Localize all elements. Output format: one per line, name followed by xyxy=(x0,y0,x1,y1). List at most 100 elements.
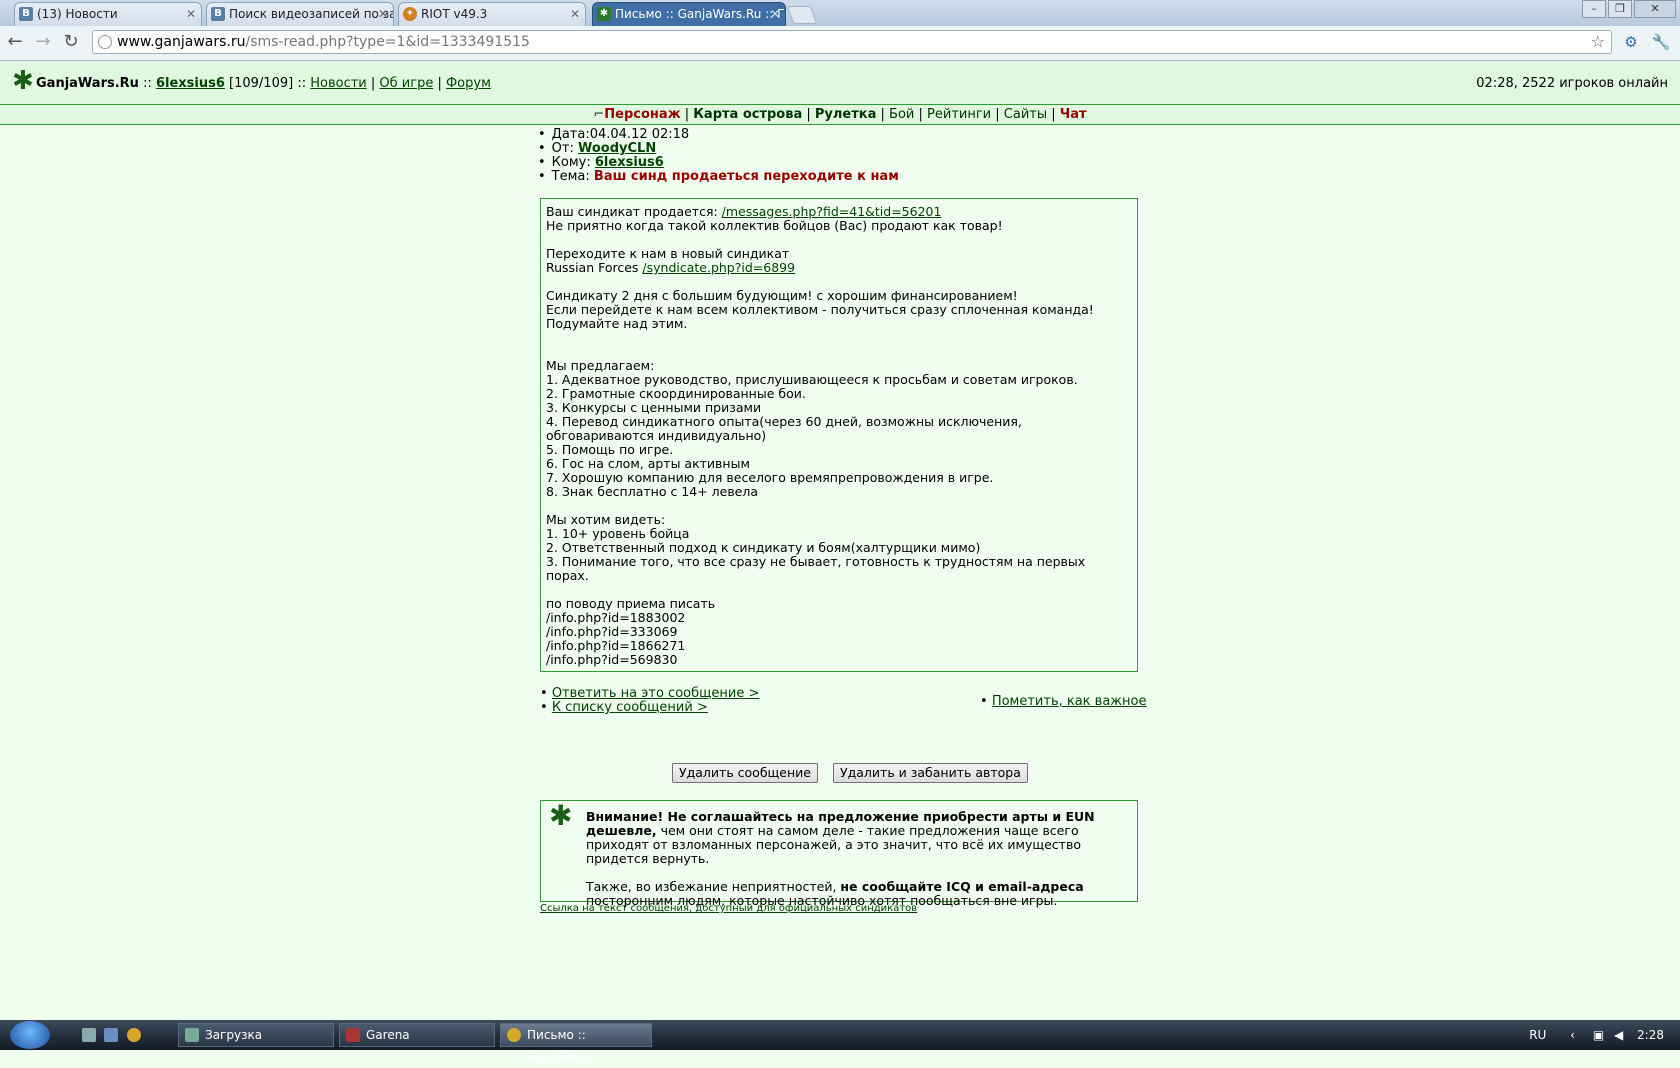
offer-item: 7. Хорошую компанию для веселого времяпр… xyxy=(546,470,994,485)
browser-toolbar: ← → ↻ www.ganjawars.ru/sms-read.php?type… xyxy=(0,26,1680,61)
news-link[interactable]: Новости xyxy=(310,76,367,91)
forum-thread-link[interactable]: /messages.php?fid=41&tid=56201 xyxy=(722,204,942,219)
tab-close-icon[interactable]: ✕ xyxy=(770,3,780,25)
message-list-link[interactable]: К списку сообщений > xyxy=(552,700,708,715)
delete-message-button[interactable]: Удалить сообщение xyxy=(672,763,818,783)
windows-taskbar: Загрузка Garena Письмо :: GanjaWar... RU… xyxy=(0,1020,1680,1064)
ganjawars-leaf-icon: ✱ xyxy=(549,799,573,832)
tab-title: Письмо :: GanjaWars.Ru :: Г xyxy=(615,7,785,21)
language-indicator[interactable]: RU xyxy=(1529,1028,1546,1042)
warning-text-2: Также, во избежание неприятностей, xyxy=(586,879,841,894)
offer-item: 4. Перевод синдикатного опыта(через 60 д… xyxy=(546,414,1022,429)
header-left: GanjaWars.Ru :: 6lexsius6 [109/109] :: Н… xyxy=(36,76,491,91)
message-line: Если перейдете к нам всем коллективом - … xyxy=(546,302,1094,317)
address-bar[interactable]: www.ganjawars.ru/sms-read.php?type=1&id=… xyxy=(92,30,1612,54)
tab-title: Поиск видеозаписей по за xyxy=(229,7,394,21)
reply-link[interactable]: Ответить на это сообщение > xyxy=(552,686,760,701)
volume-icon[interactable]: ◀ xyxy=(1614,1028,1623,1042)
taskbar-item-browser[interactable]: Письмо :: GanjaWar... xyxy=(500,1023,652,1064)
vk-icon: B xyxy=(19,7,33,21)
contact-title: по поводу приема писать xyxy=(546,596,716,611)
bookmark-star-icon[interactable]: ☆ xyxy=(1591,31,1605,53)
tab-close-icon[interactable]: ✕ xyxy=(186,3,196,25)
tab-close-icon[interactable]: ✕ xyxy=(570,3,580,25)
gun-icon: ⌐ xyxy=(593,107,605,122)
garena-icon xyxy=(346,1028,360,1042)
browser-tab-2[interactable]: B Поиск видеозаписей по за ✕ xyxy=(206,2,394,26)
back-icon[interactable]: ← xyxy=(4,31,26,53)
browser-tab-active[interactable]: ✱ Письмо :: GanjaWars.Ru :: Г ✕ xyxy=(592,2,786,26)
start-button[interactable] xyxy=(10,1021,50,1049)
message-line: Переходите к нам в новый синдикат xyxy=(546,246,790,261)
page-icon xyxy=(98,35,112,49)
explorer-icon[interactable] xyxy=(82,1028,96,1042)
restore-icon[interactable]: ❐ xyxy=(1608,0,1632,18)
taskbar-item-download[interactable]: Загрузка xyxy=(178,1023,334,1047)
syndicate-text-link[interactable]: Ссылка на текст сообщения, доступный для… xyxy=(540,903,917,914)
new-tab-button[interactable] xyxy=(786,6,818,24)
offer-title: Мы предлагаем: xyxy=(546,358,655,373)
offer-item: обговариваются индивидуально) xyxy=(546,428,767,443)
meta-to: Кому: 6lexsius6 xyxy=(540,156,1140,170)
about-link[interactable]: Об игре xyxy=(379,76,433,91)
ganjawars-leaf-icon: ✱ xyxy=(12,66,34,96)
chrome-icon[interactable] xyxy=(127,1028,141,1042)
riot-icon: ✦ xyxy=(403,7,417,21)
nav-character[interactable]: Персонаж xyxy=(604,107,680,122)
contact-item: /info.php?id=1883002 xyxy=(546,610,686,625)
forward-icon[interactable]: → xyxy=(32,31,54,53)
contact-list: /info.php?id=1883002/info.php?id=333069/… xyxy=(546,611,1132,667)
offer-item: 2. Грамотные скоординированные бои. xyxy=(546,386,806,401)
username-link[interactable]: 6lexsius6 xyxy=(156,76,225,91)
nav-ratings[interactable]: Рейтинги xyxy=(927,107,991,122)
mark-important-link[interactable]: Пометить, как важное xyxy=(992,694,1147,709)
offer-item: 6. Гос на слом, арты активным xyxy=(546,456,750,471)
vk-icon: B xyxy=(211,7,225,21)
offer-item: 1. Адекватное руководство, прислушивающе… xyxy=(546,372,1078,387)
browser-tab-1[interactable]: B (13) Новости ✕ xyxy=(14,2,202,26)
wrench-icon[interactable]: 🔧 xyxy=(1650,31,1672,53)
want-item: 1. 10+ уровень бойца xyxy=(546,526,690,541)
close-window-icon[interactable]: ✕ xyxy=(1634,0,1676,18)
nav-sites[interactable]: Сайты xyxy=(1004,107,1047,122)
sender-link[interactable]: WoodyCLN xyxy=(578,141,656,156)
tray-expand-icon[interactable]: ‹ xyxy=(1570,1028,1575,1042)
taskbar-item-garena[interactable]: Garena xyxy=(339,1023,495,1047)
reload-icon[interactable]: ↻ xyxy=(60,31,82,53)
forum-link[interactable]: Форум xyxy=(446,76,491,91)
browser-tab-3[interactable]: ✦ RIOT v49.3 ✕ xyxy=(398,2,586,26)
folder-icon xyxy=(185,1028,199,1042)
contact-item: /info.php?id=333069 xyxy=(546,624,678,639)
browser-tabstrip: B (13) Новости ✕ B Поиск видеозаписей по… xyxy=(0,0,1680,26)
warning-text-1: чем они стоят на самом деле - такие пред… xyxy=(586,823,1081,866)
extension-icon[interactable]: ⚙ xyxy=(1620,31,1642,53)
want-item: порах. xyxy=(546,568,589,583)
message-body: Ваш синдикат продается: /messages.php?fi… xyxy=(540,198,1138,672)
message-line: Подумайте над этим. xyxy=(546,316,688,331)
delete-and-ban-button[interactable]: Удалить и забанить автора xyxy=(833,763,1028,783)
syndicate-link[interactable]: /syndicate.php?id=6899 xyxy=(642,260,795,275)
network-icon[interactable]: ▣ xyxy=(1593,1028,1604,1042)
offer-item: 3. Конкурсы с ценными призами xyxy=(546,400,762,415)
desktop-icon[interactable] xyxy=(104,1028,118,1042)
offer-item: 5. Помощь по игре. xyxy=(546,442,674,457)
message-meta: Дата:04.04.12 02:18 От: WoodyCLN Кому: 6… xyxy=(540,128,1140,184)
warning-bold-2: не сообщайте ICQ и email-адреса xyxy=(840,879,1084,894)
message-subject: Ваш синд продаеться переходите к нам xyxy=(593,169,899,184)
minimize-icon[interactable]: – xyxy=(1582,0,1606,18)
site-header: ✱ GanjaWars.Ru :: 6lexsius6 [109/109] ::… xyxy=(0,61,1680,105)
nav-battle[interactable]: Бой xyxy=(889,107,914,122)
recipient-link[interactable]: 6lexsius6 xyxy=(595,155,664,170)
clock[interactable]: 2:28 xyxy=(1637,1028,1664,1042)
nav-island-map[interactable]: Карта острова xyxy=(693,107,802,122)
chrome-icon xyxy=(507,1028,521,1042)
nav-chat[interactable]: Чат xyxy=(1060,107,1087,122)
nav-roulette[interactable]: Рулетка xyxy=(815,107,876,122)
tab-close-icon[interactable]: ✕ xyxy=(378,3,388,25)
user-level: [109/109] xyxy=(224,76,298,91)
online-status: 02:28, 2522 игроков онлайн xyxy=(1476,76,1668,91)
tab-title: (13) Новости xyxy=(37,7,118,21)
message-line: Ваш синдикат продается: /messages.php?fi… xyxy=(546,204,942,219)
site-name: GanjaWars.Ru xyxy=(36,76,139,91)
meta-date: Дата:04.04.12 02:18 xyxy=(540,128,1140,142)
